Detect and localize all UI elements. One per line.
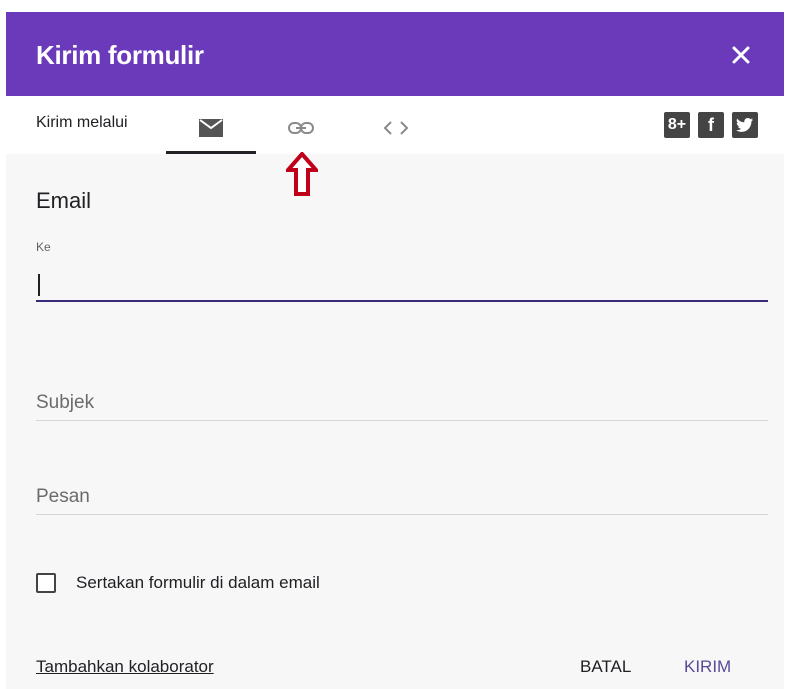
include-form-checkbox[interactable] <box>36 573 56 593</box>
close-button[interactable] <box>724 40 758 70</box>
message-placeholder: Pesan <box>36 486 90 507</box>
mail-icon <box>199 119 223 137</box>
add-collaborators-link[interactable]: Tambahkan kolaborator <box>36 657 214 677</box>
selected-tab-indicator <box>166 151 256 154</box>
send-button[interactable]: KIRIM <box>684 657 731 677</box>
twitter-icon[interactable] <box>732 112 758 138</box>
section-title-email: Email <box>36 188 92 213</box>
subject-input[interactable]: Subjek <box>36 384 768 421</box>
close-icon <box>732 46 750 64</box>
link-icon <box>288 122 314 134</box>
send-via-label: Kirim melalui <box>36 114 128 131</box>
red-arrow-icon <box>283 150 321 201</box>
code-icon <box>383 121 409 135</box>
tab-embed[interactable] <box>361 104 431 152</box>
cancel-button[interactable]: BATAL <box>580 657 631 677</box>
to-label: Ke <box>36 240 51 254</box>
include-form-row: Sertakan formulir di dalam email <box>36 568 320 598</box>
send-form-dialog: Kirim formulir Kirim melalui 8+ f Email … <box>6 12 784 689</box>
facebook-icon[interactable]: f <box>698 112 724 138</box>
dialog-title: Kirim formulir <box>36 40 204 70</box>
send-via-tabbar: Kirim melalui 8+ f <box>6 96 784 154</box>
subject-placeholder: Subjek <box>36 392 95 413</box>
dialog-header: Kirim formulir <box>6 12 784 96</box>
include-form-label: Sertakan formulir di dalam email <box>76 573 320 592</box>
tab-email[interactable] <box>166 104 256 152</box>
message-input[interactable]: Pesan <box>36 478 768 515</box>
google-plus-icon[interactable]: 8+ <box>664 112 690 138</box>
tab-link[interactable] <box>266 104 336 152</box>
text-cursor <box>38 274 40 296</box>
to-input[interactable] <box>36 264 768 302</box>
